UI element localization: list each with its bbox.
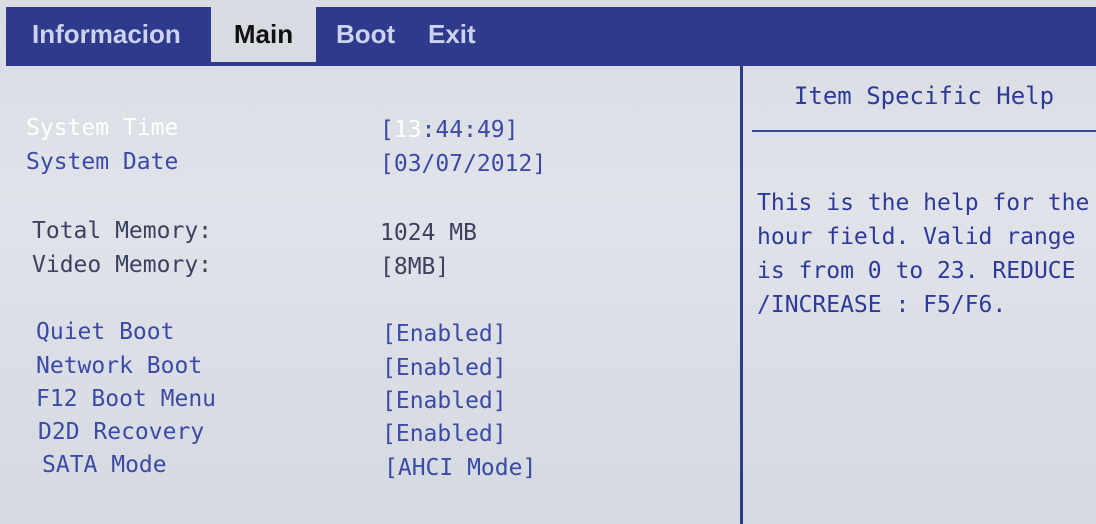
help-text: This is the help for the hour field. Val… [757, 190, 1090, 318]
frame-top-border [6, 62, 1096, 66]
d2d-recovery-label[interactable]: D2D Recovery [38, 415, 204, 449]
network-boot-value[interactable]: [Enabled] [382, 351, 507, 385]
system-time-open-bracket: [ [380, 117, 394, 143]
system-date-label[interactable]: System Date [26, 145, 178, 179]
video-memory-value: [8MB] [380, 254, 450, 280]
tab-informacion[interactable]: Informacion [18, 7, 195, 63]
quiet-boot-label[interactable]: Quiet Boot [36, 315, 174, 349]
quiet-boot-value[interactable]: [Enabled] [382, 317, 507, 351]
tab-boot[interactable]: Boot [322, 7, 409, 63]
total-memory-label: Total Memory: [32, 218, 213, 244]
system-time-label[interactable]: System Time [26, 111, 178, 145]
f12-boot-menu-label[interactable]: F12 Boot Menu [36, 382, 216, 416]
menu-bar: Informacion Main Boot Exit [6, 7, 1096, 67]
system-date-value[interactable]: [03/07/2012] [380, 147, 546, 181]
help-title: Item Specific Help [793, 82, 1055, 110]
tab-main[interactable]: Main [211, 7, 316, 67]
panel-divider [740, 66, 743, 524]
tab-exit[interactable]: Exit [414, 7, 490, 63]
help-separator [752, 130, 1096, 132]
d2d-recovery-value[interactable]: [Enabled] [382, 417, 507, 451]
network-boot-label[interactable]: Network Boot [36, 349, 202, 383]
f12-boot-menu-value[interactable]: [Enabled] [382, 384, 507, 418]
sata-mode-value[interactable]: [AHCI Mode] [384, 451, 536, 485]
sata-mode-label[interactable]: SATA Mode [42, 448, 167, 482]
system-time-value[interactable]: [13:44:49] [380, 113, 519, 147]
system-time-hour-field[interactable]: 13 [394, 117, 422, 143]
video-memory-label: Video Memory: [32, 252, 213, 278]
bios-screen: Informacion Main Boot Exit System Time [… [0, 0, 1096, 524]
system-time-min-sec[interactable]: :44:49] [422, 117, 519, 143]
total-memory-value: 1024 MB [380, 220, 477, 246]
